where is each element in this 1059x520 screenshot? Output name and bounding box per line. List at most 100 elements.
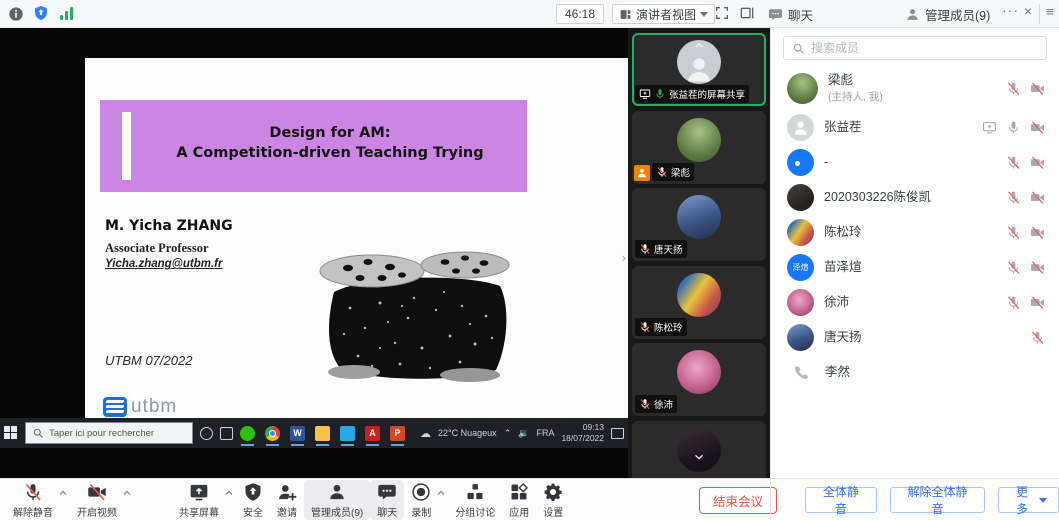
unmute-all-button[interactable]: 解除全体静音 [890,487,986,513]
more-actions-button[interactable]: 更多 [998,487,1059,513]
toolbar-label: 开启视频 [77,504,117,519]
fullscreen-icon[interactable] [714,5,730,21]
button-label: 全体静音 [817,483,865,517]
cam-off-icon[interactable] [1030,190,1045,205]
taskbar-app-acrobat-icon: A [365,426,380,441]
member-status-icons [1006,260,1045,275]
mic-muted-icon[interactable] [1006,260,1021,275]
member-row[interactable]: 唐天扬 [771,320,1059,355]
toolbar-gear[interactable]: 设置 [536,480,570,520]
cam-off-icon[interactable] [1030,295,1045,310]
scroll-down-icon[interactable] [692,450,706,464]
mic-on-icon[interactable] [1006,120,1021,135]
member-name-block: 李然 [825,364,850,380]
toolbar-invite[interactable]: 邀请 [270,480,304,520]
member-avatar [787,149,814,176]
member-row[interactable]: 张益茬 [771,110,1059,145]
member-status-icons [1006,81,1045,96]
toolbar-members[interactable]: 管理成员(9) [304,480,370,520]
task-view-icon [220,427,233,440]
side-panel-toggle-icon[interactable] [739,5,755,21]
video-tile[interactable]: 徐沛 [632,343,766,416]
mic-muted-icon[interactable] [1006,295,1021,310]
toolbar-shield[interactable]: 安全 [236,480,270,520]
meeting-timer: 46:18 [556,4,604,24]
mic-muted-icon[interactable] [1030,330,1045,345]
chat-icon [377,482,397,502]
chat-panel-title: 聊天 [788,5,813,24]
toolbar-breakout[interactable]: 分组讨论 [448,480,502,520]
screen-share-icon[interactable] [982,120,997,135]
chevron-down-icon [700,12,708,21]
slide-title-accent-bar [122,112,131,180]
view-mode-selector[interactable]: 演讲者视图 [612,4,715,24]
slide-title: Design for AM: A Competition-driven Teac… [145,124,515,163]
member-search-input[interactable] [811,41,1038,55]
mic-muted-icon [656,166,668,178]
cam-off-icon[interactable] [1030,120,1045,135]
mic-muted-icon[interactable] [1006,81,1021,96]
remote-taskbar-search: Taper ici pour rechercher [25,422,193,444]
cam-off-icon[interactable] [1030,225,1045,240]
slide-author-email: Yicha.zhang@utbm.fr [105,258,223,270]
presentation-slide: Design for AM: A Competition-driven Teac… [85,58,628,418]
member-search-box[interactable] [783,36,1047,60]
mic-muted-icon[interactable] [1006,155,1021,170]
members-panel-footer: 全体静音解除全体静音更多 [770,479,1059,520]
member-row[interactable]: 泽煊苗泽煊 [771,250,1059,285]
toolbar-share-screen[interactable]: 共享屏幕 [172,480,226,520]
member-row[interactable]: 陈松玲 [771,215,1059,250]
toolbar-label: 录制 [411,504,431,519]
cam-off-icon[interactable] [1030,155,1045,170]
cam-off-icon[interactable] [1030,260,1045,275]
end-meeting-button[interactable]: 结束会议 [699,487,777,514]
chat-panel-header[interactable]: 聊天 [768,5,813,24]
member-row[interactable]: - [771,145,1059,180]
video-tile[interactable]: 陈松玲 [632,266,766,339]
video-tile[interactable]: 梁彪 [632,111,766,184]
cam-off-icon[interactable] [1030,81,1045,96]
member-avatar [787,219,814,246]
toolbar-apps[interactable]: 应用 [502,480,536,520]
network-signal-icon[interactable] [60,7,73,20]
member-name-block: 梁彪(主持人, 我) [828,72,883,103]
member-avatar [787,184,814,211]
video-tile[interactable]: 张益茬的屏幕共享 [632,33,766,106]
meeting-info-icon[interactable] [8,6,24,22]
toolbar-mic-muted[interactable]: 解除静音 [6,480,60,520]
video-tile[interactable]: 唐天扬 [632,188,766,261]
taskbar-app-explorer-icon [315,426,330,441]
member-name: 梁彪 [828,72,883,88]
meeting-window: 46:18 演讲者视图 聊天 管理成员(9) ··· × ≡ [0,0,1059,520]
toolbar-record[interactable]: 录制 [404,480,438,520]
collapse-strip-handle[interactable]: › [622,250,626,265]
member-row[interactable]: 梁彪(主持人, 我) [771,66,1059,110]
toolbar-chat[interactable]: 聊天 [370,480,404,520]
member-name-block: 唐天扬 [824,329,862,345]
security-shield-icon[interactable] [33,5,49,21]
more-options-icon[interactable]: ··· [1002,2,1019,18]
mic-muted-icon[interactable] [1006,190,1021,205]
member-row[interactable]: 李然 [771,355,1059,390]
person-icon [905,7,920,22]
phone-participant-icon [792,364,810,382]
tile-name: 徐沛 [654,397,673,411]
window-menu-icon[interactable]: ≡ [1046,4,1054,19]
scroll-up-icon[interactable] [693,39,706,52]
member-row[interactable]: 2020303226陈俊凯 [771,180,1059,215]
bottom-toolbar: 解除静音开启视频 共享屏幕安全邀请管理成员(9) 聊天录制 分组讨论应用设置 结束会议… [0,478,1059,520]
mute-all-button[interactable]: 全体静音 [805,487,877,513]
member-name-block: 2020303226陈俊凯 [824,189,931,205]
keyboard-language: FRA [536,428,554,438]
mic-muted-icon [639,398,651,410]
toolbar-label: 安全 [243,504,263,519]
toolbar-cam-off[interactable]: 开启视频 [70,480,124,520]
toolbar-label: 聊天 [377,504,397,519]
taskbar-app-chrome-icon [265,426,280,441]
mic-muted-icon[interactable] [1006,225,1021,240]
tray-chevron: ⌃ [504,428,512,439]
participant-avatar [677,118,721,162]
close-panel-icon[interactable]: × [1024,3,1032,19]
members-panel-header[interactable]: 管理成员(9) [905,5,990,24]
member-row[interactable]: 徐沛 [771,285,1059,320]
